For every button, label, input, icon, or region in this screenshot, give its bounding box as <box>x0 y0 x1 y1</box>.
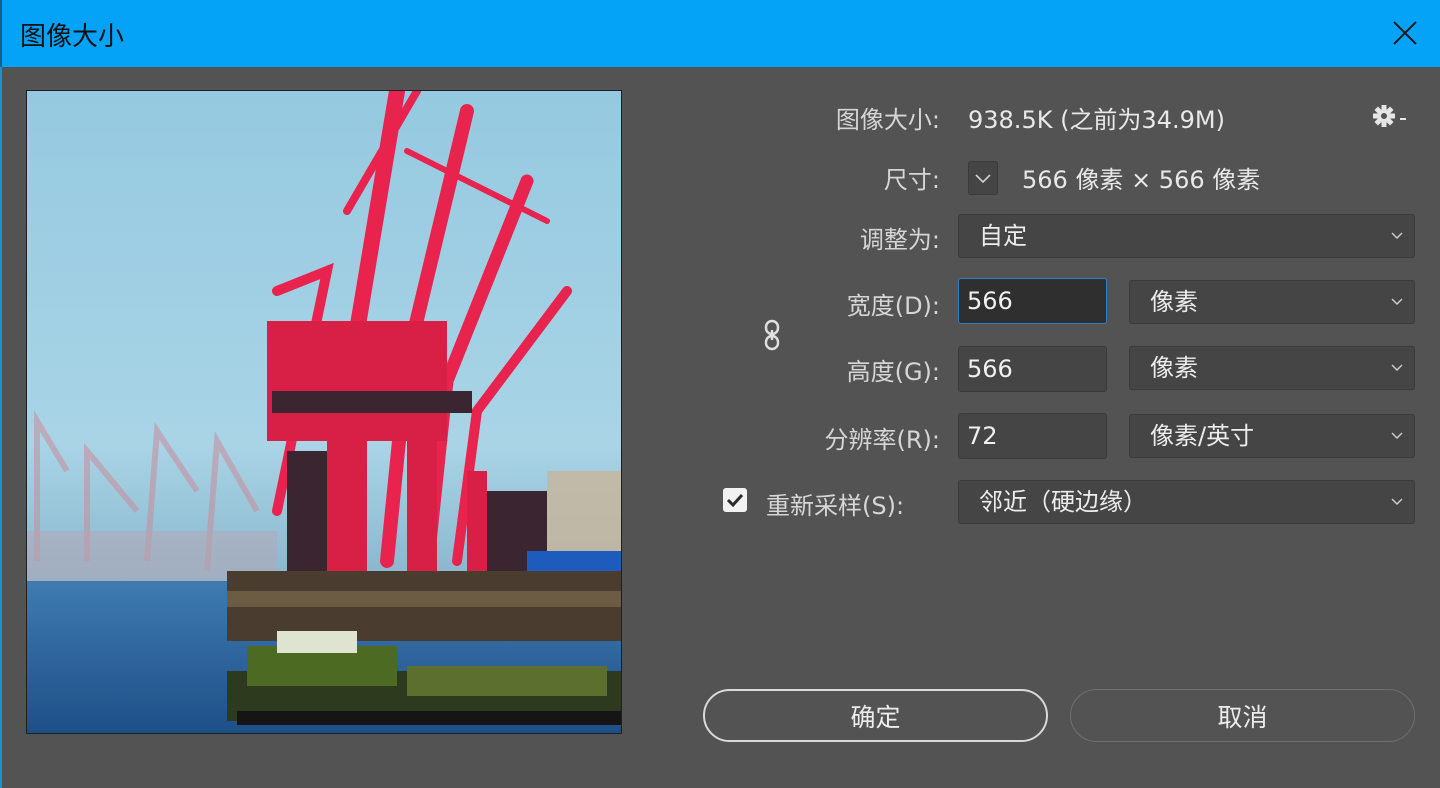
cancel-button[interactable]: 取消 <box>1070 689 1415 742</box>
image-preview[interactable] <box>26 90 622 734</box>
height-unit-value: 像素 <box>1150 354 1198 382</box>
window-title: 图像大小 <box>20 22 125 52</box>
height-input[interactable] <box>958 346 1107 392</box>
height-unit-select[interactable]: 像素 <box>1129 346 1415 390</box>
resample-method-value: 邻近（硬边缘） <box>979 488 1147 516</box>
link-icon <box>764 319 780 351</box>
resolution-label: 分辨率(R): <box>824 426 941 454</box>
preview-harbor-image <box>27 91 621 733</box>
chevron-down-icon <box>1391 498 1403 505</box>
width-label: 宽度(D): <box>846 292 940 320</box>
close-button[interactable] <box>1382 10 1428 56</box>
resample-method-select[interactable]: 邻近（硬边缘） <box>958 480 1415 524</box>
dimensions-label: 尺寸: <box>883 166 940 194</box>
cancel-button-label: 取消 <box>1217 702 1268 732</box>
resample-label: 重新采样(S): <box>766 492 905 520</box>
gear-icon <box>1373 105 1406 127</box>
height-label: 高度(G): <box>846 358 940 386</box>
resample-checkbox[interactable] <box>723 488 747 512</box>
chevron-down-icon <box>975 174 991 184</box>
fit-to-value: 自定 <box>979 222 1027 250</box>
width-input[interactable] <box>958 278 1107 324</box>
resolution-unit-select[interactable]: 像素/英寸 <box>1129 414 1415 458</box>
chevron-down-icon <box>1391 232 1403 239</box>
resolution-unit-value: 像素/英寸 <box>1150 422 1255 450</box>
ok-button[interactable]: 确定 <box>703 689 1048 742</box>
constrain-proportions-toggle[interactable] <box>763 318 783 352</box>
fit-to-select[interactable]: 自定 <box>958 214 1415 258</box>
image-size-value: 938.5K (之前为34.9M) <box>968 106 1225 134</box>
ok-button-label: 确定 <box>850 702 901 732</box>
settings-button[interactable] <box>1372 103 1410 129</box>
fit-to-label: 调整为: <box>859 226 940 254</box>
dimensions-unit-dropdown[interactable] <box>968 161 998 195</box>
checkmark-icon <box>726 493 744 508</box>
resolution-input[interactable] <box>958 413 1107 459</box>
width-unit-value: 像素 <box>1150 288 1198 316</box>
image-size-label: 图像大小: <box>835 106 940 134</box>
title-bar: 图像大小 <box>0 0 1440 67</box>
chevron-down-icon <box>1391 364 1403 371</box>
close-icon <box>1393 21 1417 45</box>
width-unit-select[interactable]: 像素 <box>1129 280 1415 324</box>
chevron-down-icon <box>1391 298 1403 305</box>
dimensions-value: 566 像素 × 566 像素 <box>1022 166 1261 194</box>
chevron-down-icon <box>1391 432 1403 439</box>
